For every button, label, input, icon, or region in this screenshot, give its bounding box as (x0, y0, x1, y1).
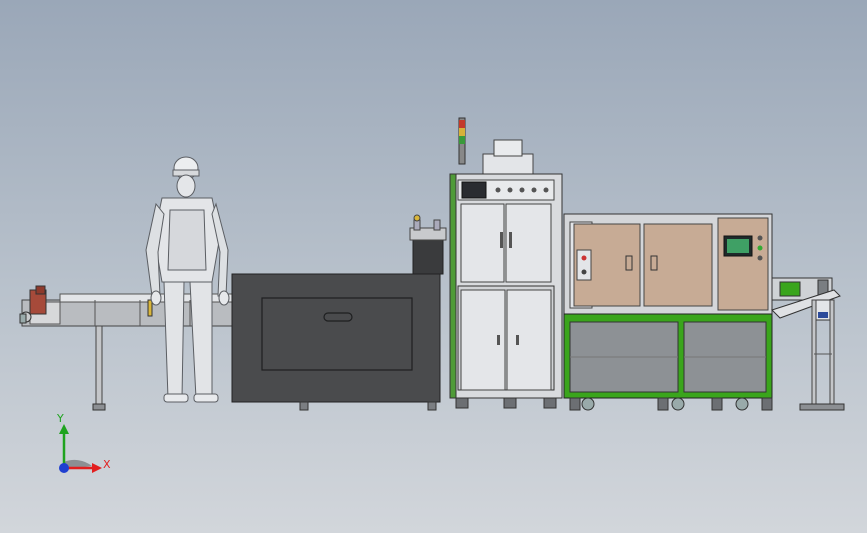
operator-mannequin (145, 156, 230, 403)
coordinate-triad (59, 424, 102, 473)
x-axis-label: X (103, 458, 111, 471)
y-axis-label: Y (57, 412, 64, 425)
cad-viewport[interactable]: Y X (0, 0, 867, 533)
assembly-render (19, 117, 845, 473)
main-machine (563, 213, 773, 411)
control-cabinet (449, 117, 563, 409)
dark-enclosure (231, 273, 441, 411)
glue-pressure-tank (409, 214, 447, 275)
outfeed-unit (771, 277, 845, 411)
